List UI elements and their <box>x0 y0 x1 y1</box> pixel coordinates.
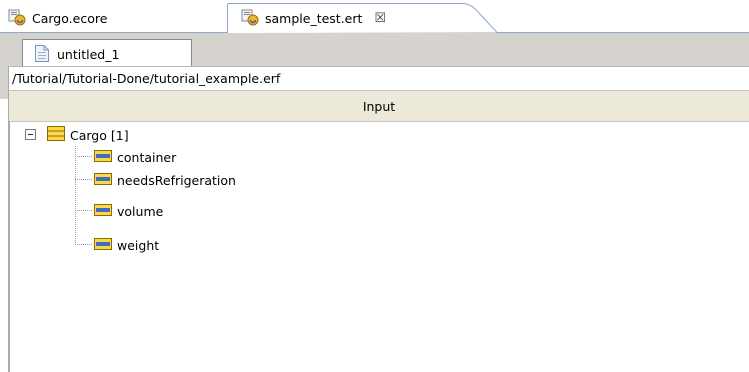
tree-node-container[interactable]: container <box>94 146 176 168</box>
tree-node-label: weight <box>117 237 160 253</box>
tab-label: sample_test.ert <box>265 10 363 26</box>
tree-connector <box>75 179 92 180</box>
tab-cargo-ecore[interactable]: Cargo.ecore <box>0 3 226 33</box>
eattribute-icon <box>94 172 112 188</box>
tree-node-needsrefrigeration[interactable]: needsRefrigeration <box>94 169 236 191</box>
tab-sample-test-ert[interactable]: sample_test.ert ☒ <box>227 3 508 33</box>
ert-file-icon <box>241 8 259 29</box>
input-tree: Cargo [1] container needsRefrigeration v… <box>10 122 749 372</box>
eattribute-icon <box>94 149 112 165</box>
model-path-field[interactable]: /Tutorial/Tutorial-Done/tutorial_example… <box>9 66 749 90</box>
tree-node-volume[interactable]: volume <box>94 200 163 222</box>
tree-connector <box>75 210 92 211</box>
tree-node-weight[interactable]: weight <box>94 234 159 256</box>
tree-node-label: container <box>117 149 177 165</box>
input-column-header[interactable]: Input <box>9 90 749 122</box>
ecore-model-icon <box>8 8 26 29</box>
page-tab-label: untitled_1 <box>57 47 120 62</box>
tree-connector <box>75 146 76 245</box>
page-tab-untitled-1[interactable]: untitled_1 <box>22 39 192 69</box>
close-icon[interactable]: ☒ <box>374 12 386 25</box>
tree-node-cargo[interactable]: Cargo [1] <box>47 124 129 146</box>
tree-node-label: volume <box>117 203 164 219</box>
collapse-toggle-icon[interactable] <box>25 129 36 140</box>
tree-connector <box>75 156 92 157</box>
document-icon <box>35 44 49 65</box>
eclass-icon <box>47 126 65 144</box>
eattribute-icon <box>94 203 112 219</box>
tree-node-label: Cargo [1] <box>70 127 129 143</box>
editor-tab-strip: Cargo.ecore sample_test.ert ☒ <box>0 0 749 33</box>
tree-node-label: needsRefrigeration <box>117 172 236 188</box>
tree-connector <box>75 244 92 245</box>
tab-label: Cargo.ecore <box>32 10 108 26</box>
eattribute-icon <box>94 237 112 253</box>
